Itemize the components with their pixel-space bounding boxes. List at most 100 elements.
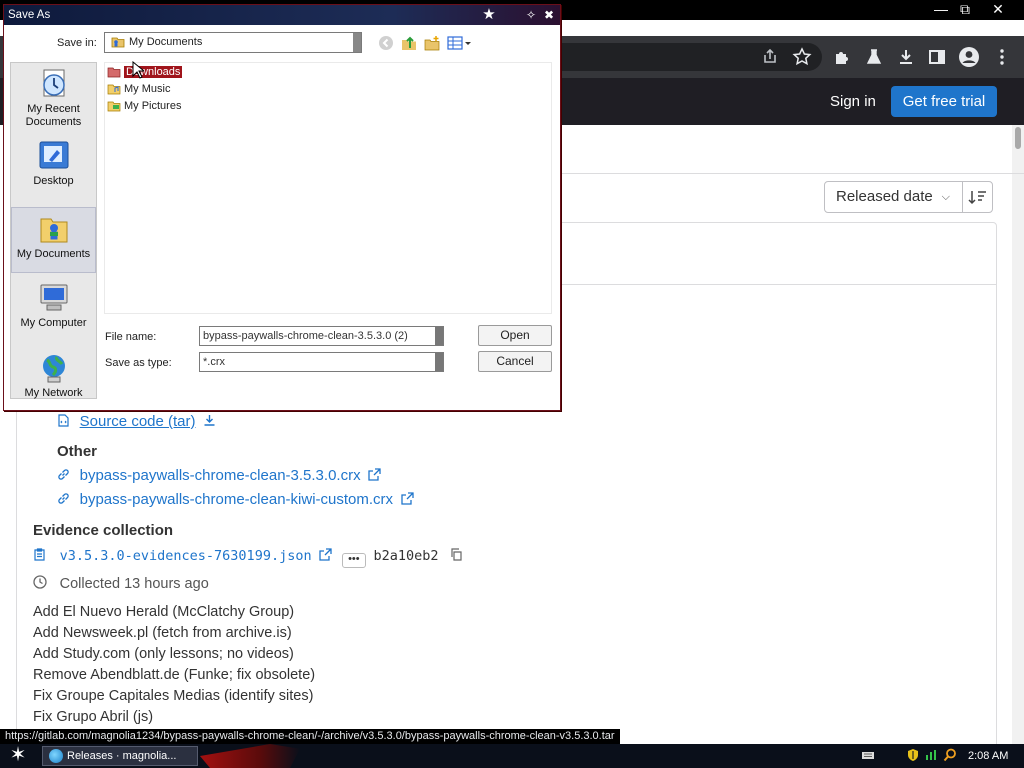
external-link-icon[interactable] bbox=[319, 548, 332, 561]
network-globe-icon bbox=[42, 355, 65, 383]
collected-row: Collected 13 hours ago bbox=[33, 575, 209, 592]
restore-button[interactable]: ⧉ bbox=[950, 0, 980, 18]
evidence-file-link[interactable]: v3.5.3.0-evidences-7630199.json bbox=[60, 548, 312, 564]
source-tar-link[interactable]: Source code (tar) bbox=[57, 413, 216, 430]
open-button[interactable]: Open bbox=[478, 325, 552, 346]
divider bbox=[560, 173, 1024, 174]
other-link-crx[interactable]: bypass-paywalls-chrome-clean-3.5.3.0.crx bbox=[57, 467, 381, 484]
other-link-label: bypass-paywalls-chrome-clean-3.5.3.0.crx bbox=[79, 467, 361, 484]
view-menu-icon[interactable] bbox=[447, 35, 473, 51]
taskbar-item-label: Releases · magnolia... bbox=[67, 750, 177, 762]
folder-name: My Pictures bbox=[124, 100, 182, 112]
help-icon[interactable]: ✧ bbox=[522, 6, 540, 24]
save-as-type-label: Save as type: bbox=[105, 357, 172, 369]
taskbar-item-browser[interactable]: Releases · magnolia... bbox=[42, 746, 198, 766]
file-name-value: bypass-paywalls-chrome-clean-3.5.3.0 (2) bbox=[203, 330, 408, 342]
place-my-documents[interactable]: My Documents bbox=[11, 207, 96, 273]
sort-dropdown[interactable]: Released date ⌵ bbox=[824, 181, 963, 213]
clock-icon bbox=[33, 575, 47, 589]
collected-text: Collected 13 hours ago bbox=[59, 576, 209, 592]
download-icon[interactable] bbox=[895, 46, 917, 68]
place-label: My Documents bbox=[16, 248, 91, 260]
evidence-row: v3.5.3.0-evidences-7630199.json ••• b2a1… bbox=[33, 548, 463, 568]
source-tar-label: Source code (tar) bbox=[79, 413, 196, 430]
star-icon[interactable] bbox=[791, 46, 813, 68]
release-note: Fix Grupo Abril (js) bbox=[33, 709, 154, 725]
desktop-icon bbox=[39, 141, 68, 169]
dialog-close-button[interactable]: ✖ bbox=[540, 6, 558, 24]
evidence-sha: b2a10eb2 bbox=[373, 548, 439, 564]
dialog-titlebar[interactable]: Save As ★ ✧ ✖ bbox=[4, 5, 560, 25]
dropdown-arrow[interactable] bbox=[435, 327, 443, 345]
release-note: Fix Groupe Capitales Medias (identify si… bbox=[33, 688, 314, 704]
external-link-icon bbox=[368, 468, 381, 481]
copy-icon[interactable] bbox=[450, 548, 463, 561]
place-label: My Computer bbox=[20, 317, 87, 329]
place-desktop[interactable]: Desktop bbox=[11, 139, 96, 188]
up-one-level-icon[interactable] bbox=[401, 35, 417, 51]
place-recent-documents[interactable]: My Recent Documents bbox=[11, 67, 96, 129]
cancel-button[interactable]: Cancel bbox=[478, 351, 552, 372]
release-note: Add El Nuevo Herald (McClatchy Group) bbox=[33, 604, 295, 620]
dropdown-arrow[interactable] bbox=[353, 33, 361, 52]
clipboard-icon bbox=[34, 548, 45, 561]
ellipsis-button[interactable]: ••• bbox=[341, 553, 366, 568]
sort-lowest-icon bbox=[968, 191, 986, 205]
browser-icon bbox=[49, 749, 63, 763]
computer-icon bbox=[40, 284, 67, 311]
share-icon[interactable] bbox=[759, 46, 781, 68]
sign-in-link[interactable]: Sign in bbox=[830, 93, 876, 110]
address-bar[interactable] bbox=[560, 43, 822, 71]
release-note: Add Newsweek.pl (fetch from archive.is) bbox=[33, 625, 292, 641]
dropdown-arrow[interactable] bbox=[435, 353, 443, 371]
free-trial-button[interactable]: Get free trial bbox=[891, 86, 997, 117]
my-documents-icon bbox=[40, 218, 67, 243]
scrollbar-thumb[interactable] bbox=[1015, 127, 1021, 149]
pictures-folder-icon bbox=[107, 101, 121, 112]
extensions-icon[interactable] bbox=[831, 46, 853, 68]
music-folder-icon bbox=[107, 84, 121, 95]
sort-direction-button[interactable] bbox=[962, 181, 993, 213]
save-in-label: Save in: bbox=[57, 37, 97, 49]
close-button[interactable]: ✕ bbox=[983, 0, 1013, 18]
taskbar-clock: 2:08 AM bbox=[968, 750, 1009, 762]
keyboard-icon[interactable] bbox=[861, 748, 875, 762]
other-link-kiwi[interactable]: bypass-paywalls-chrome-clean-kiwi-custom… bbox=[57, 491, 414, 508]
save-in-combobox[interactable]: My Documents bbox=[104, 32, 362, 53]
sort-dropdown-label: Released date bbox=[836, 188, 933, 205]
folder-item-downloads[interactable]: Downloads bbox=[106, 65, 183, 80]
file-name-input[interactable]: bypass-paywalls-chrome-clean-3.5.3.0 (2) bbox=[199, 326, 444, 346]
link-icon bbox=[58, 493, 69, 504]
page-scrollbar[interactable] bbox=[1012, 125, 1024, 745]
folder-item-my-music[interactable]: My Music bbox=[106, 82, 170, 97]
place-my-computer[interactable]: My Computer bbox=[11, 281, 96, 330]
save-as-type-select[interactable]: *.crx bbox=[199, 352, 444, 372]
recent-documents-icon bbox=[42, 69, 65, 97]
places-bar: My Recent Documents Desktop My Documents… bbox=[10, 62, 97, 399]
search-icon[interactable] bbox=[943, 748, 957, 762]
folder-icon bbox=[107, 67, 121, 78]
labs-icon[interactable] bbox=[863, 46, 885, 68]
back-icon[interactable] bbox=[378, 35, 394, 51]
download-icon bbox=[204, 415, 215, 426]
dialog-title: Save As bbox=[8, 9, 51, 21]
file-list[interactable]: Downloads My Music My Pictures bbox=[104, 62, 552, 314]
mouse-cursor-icon bbox=[132, 61, 144, 79]
evidence-heading: Evidence collection bbox=[33, 522, 174, 539]
place-label: Desktop bbox=[33, 175, 74, 187]
status-bar-url: https://gitlab.com/magnolia1234/bypass-p… bbox=[0, 729, 620, 744]
release-note: Add Study.com (only lessons; no videos) bbox=[33, 646, 294, 662]
network-icon[interactable] bbox=[924, 748, 938, 762]
start-button[interactable]: ✶ bbox=[0, 744, 36, 768]
menu-icon[interactable] bbox=[991, 46, 1013, 68]
folder-item-my-pictures[interactable]: My Pictures bbox=[106, 99, 181, 114]
save-in-value: My Documents bbox=[129, 36, 203, 48]
place-my-network[interactable]: My Network bbox=[11, 351, 96, 400]
doc-code-icon bbox=[58, 414, 69, 427]
link-icon bbox=[58, 469, 69, 480]
other-heading: Other bbox=[57, 443, 98, 460]
new-folder-icon[interactable] bbox=[424, 35, 440, 51]
sidepanel-icon[interactable] bbox=[926, 46, 948, 68]
shield-icon[interactable] bbox=[906, 748, 920, 762]
profile-icon[interactable] bbox=[958, 46, 980, 68]
